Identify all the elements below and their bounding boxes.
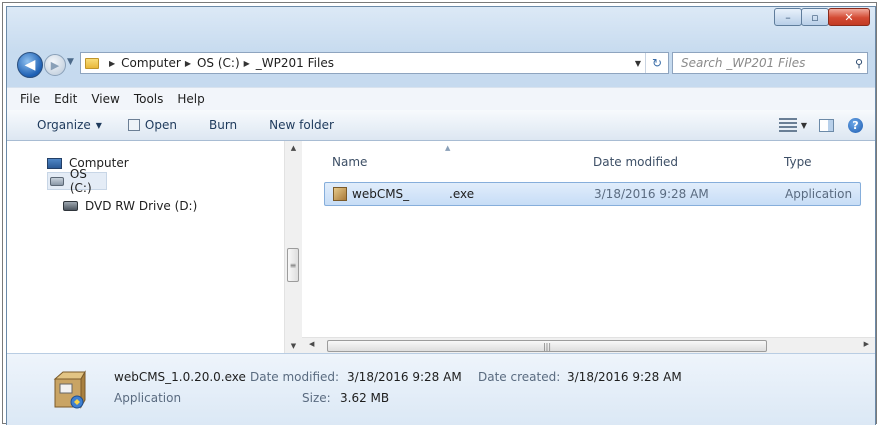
- address-row: ◀ ▶ ▼ ▶ Computer ▶ OS (C:) ▶ _WP201 File…: [7, 45, 875, 81]
- details-date-created: 3/18/2016 9:28 AM: [567, 370, 682, 384]
- menu-tools[interactable]: Tools: [127, 92, 171, 106]
- close-button[interactable]: ✕: [828, 8, 870, 26]
- details-filename: webCMS_1.0.20.0.exe: [114, 370, 246, 384]
- menu-edit[interactable]: Edit: [47, 92, 84, 106]
- back-button[interactable]: ◀: [17, 52, 43, 78]
- file-row[interactable]: webCMS_ .exe 3/18/2016 9:28 AM Applicati…: [324, 182, 861, 206]
- scroll-up-icon[interactable]: ▲: [285, 141, 302, 155]
- nav-item-os-c[interactable]: OS (C:): [47, 167, 107, 195]
- view-options-dropdown[interactable]: ▼: [801, 121, 807, 130]
- chevron-right-icon: ▶: [243, 58, 250, 68]
- change-view-icon[interactable]: [778, 118, 797, 132]
- column-header-date-modified[interactable]: Date modified: [593, 155, 678, 169]
- hscroll-thumb[interactable]: |||: [327, 340, 767, 352]
- details-date-created-label: Date created:: [478, 370, 561, 384]
- nav-scroll-thumb[interactable]: ≡: [287, 248, 299, 282]
- command-bar-right: ▼ ?: [778, 117, 863, 133]
- organize-button[interactable]: Organize ▼: [27, 118, 112, 132]
- file-date-modified: 3/18/2016 9:28 AM: [594, 187, 709, 201]
- column-header-type[interactable]: Type: [784, 155, 812, 169]
- maximize-button[interactable]: ▫: [801, 8, 829, 26]
- window-controls: – ▫ ✕: [774, 8, 870, 26]
- refresh-icon: ↻: [651, 56, 663, 70]
- file-list: ▲ Name Date modified Type webCMS_ .exe 3…: [302, 141, 875, 353]
- scroll-right-icon[interactable]: ▶: [864, 340, 869, 348]
- installer-large-icon: [53, 370, 86, 409]
- drive-icon: [50, 176, 64, 186]
- refresh-button[interactable]: ↻: [645, 53, 668, 73]
- minimize-button[interactable]: –: [774, 8, 802, 26]
- file-name-prefix: webCMS_: [352, 187, 410, 201]
- content-area: Computer OS (C:) DVD RW Drive (D:) ▲ ≡ ▼…: [7, 141, 875, 354]
- details-size-label: Size:: [302, 391, 331, 405]
- recent-pages-dropdown[interactable]: ▼: [67, 57, 74, 67]
- chevron-down-icon: ▼: [95, 120, 102, 130]
- open-button[interactable]: Open: [118, 118, 187, 132]
- navigation-pane: Computer OS (C:) DVD RW Drive (D:) ▲ ≡ ▼: [7, 141, 302, 353]
- nav-scrollbar[interactable]: ▲ ≡ ▼: [284, 141, 302, 353]
- search-input[interactable]: [679, 55, 843, 71]
- details-size: 3.62 MB: [340, 391, 390, 405]
- file-type: Application: [785, 187, 853, 201]
- preview-pane-icon[interactable]: [819, 118, 834, 132]
- title-bar: – ▫ ✕: [7, 7, 875, 45]
- scroll-left-icon[interactable]: ◀: [309, 340, 314, 348]
- open-icon: [127, 119, 140, 131]
- address-dropdown-icon[interactable]: ▼: [631, 59, 645, 68]
- explorer-window: – ▫ ✕ ◀ ▶ ▼ ▶ Computer ▶ OS (C:) ▶ _WP20…: [6, 6, 876, 425]
- dvd-drive-icon: [63, 201, 78, 211]
- new-folder-button[interactable]: New folder: [259, 118, 344, 132]
- file-list-hscrollbar[interactable]: ◀ ||| ▶: [302, 337, 875, 354]
- column-header-name[interactable]: Name: [332, 155, 367, 169]
- details-date-modified-label: Date modified:: [250, 370, 340, 384]
- file-name-suffix: .exe: [449, 187, 475, 201]
- details-date-modified: 3/18/2016 9:28 AM: [347, 370, 462, 384]
- computer-icon: [47, 157, 62, 169]
- breadcrumb-computer[interactable]: Computer ▶: [121, 56, 197, 70]
- command-bar: Organize ▼ Open Burn New folder ▼ ?: [7, 110, 875, 141]
- menu-bar: File Edit View Tools Help: [7, 87, 875, 111]
- scroll-down-icon[interactable]: ▼: [285, 339, 302, 353]
- back-arrow-icon: ◀: [24, 57, 36, 73]
- burn-button[interactable]: Burn: [199, 118, 247, 132]
- menu-help[interactable]: Help: [170, 92, 211, 106]
- search-icon[interactable]: ⚲: [855, 57, 863, 70]
- forward-button[interactable]: ▶: [44, 54, 66, 76]
- sort-ascending-icon: ▲: [445, 144, 451, 152]
- folder-icon: [85, 57, 99, 69]
- search-box: ⚲: [672, 52, 868, 74]
- details-type: Application: [114, 391, 182, 405]
- installer-icon: [333, 187, 347, 201]
- address-bar[interactable]: ▶ Computer ▶ OS (C:) ▶ _WP201 Files ▼ ↻: [80, 52, 669, 74]
- details-pane: webCMS_1.0.20.0.exe Application Date mod…: [7, 353, 875, 425]
- nav-item-dvd-rw-drive[interactable]: DVD RW Drive (D:): [63, 197, 197, 215]
- menu-file[interactable]: File: [13, 92, 47, 106]
- chevron-right-icon: ▶: [184, 58, 191, 68]
- breadcrumb-root-separator[interactable]: ▶: [105, 59, 121, 68]
- help-icon[interactable]: ?: [848, 117, 863, 133]
- chevron-right-icon: ▶: [109, 58, 116, 68]
- forward-arrow-icon: ▶: [50, 58, 60, 72]
- menu-view[interactable]: View: [84, 92, 126, 106]
- breadcrumb-wp201-files[interactable]: _WP201 Files: [256, 56, 334, 70]
- breadcrumb-os-c[interactable]: OS (C:) ▶: [197, 56, 256, 70]
